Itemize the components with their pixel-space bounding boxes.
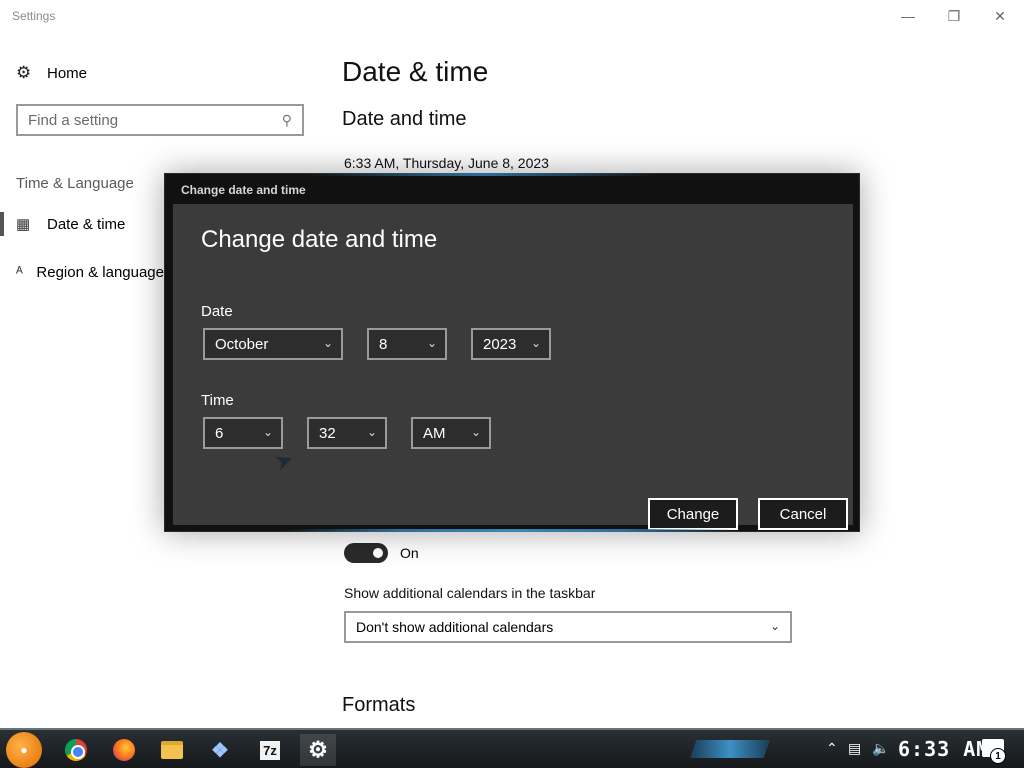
settings-icon[interactable]: ⚙: [300, 734, 336, 766]
toggle-label: On: [400, 545, 419, 561]
cancel-button[interactable]: Cancel: [758, 498, 848, 530]
chevron-down-icon: ⌄: [470, 425, 481, 439]
volume-icon[interactable]: 🔈: [872, 740, 889, 757]
chevron-down-icon: ⌄: [366, 425, 377, 439]
month-value: October: [215, 335, 269, 353]
tray-chevron-up-icon[interactable]: ⌃: [826, 740, 838, 757]
file-explorer-icon[interactable]: [154, 734, 190, 766]
change-date-time-dialog: Change date and time Change date and tim…: [164, 173, 860, 532]
toggle-knob: [373, 548, 383, 558]
year-value: 2023: [483, 335, 517, 353]
chevron-down-icon: ⌄: [530, 336, 541, 350]
7zip-label: 7z: [260, 740, 280, 760]
network-icon[interactable]: ▤: [848, 740, 861, 757]
close-icon: ✕: [994, 7, 1006, 24]
date-label: Date: [201, 303, 233, 320]
hour-value: 6: [215, 424, 224, 442]
dialog-body: Change date and time Date October ⌄ 8 ⌄ …: [173, 204, 853, 530]
minimize-icon: —: [901, 8, 915, 24]
app-title: Settings: [12, 9, 56, 23]
calendar-clock-icon: ▦: [16, 216, 31, 233]
calendars-dropdown[interactable]: Don't show additional calendars ⌄: [344, 611, 792, 643]
nav-home[interactable]: ⚙ Home: [16, 62, 87, 84]
chevron-down-icon: ⌄: [769, 619, 780, 633]
restore-button[interactable]: ❐: [931, 0, 977, 32]
hour-dropdown[interactable]: 6 ⌄: [203, 417, 283, 449]
nav-section-title: Time & Language: [16, 175, 134, 192]
change-button[interactable]: Change: [648, 498, 738, 530]
virtualbox-icon[interactable]: ❖: [202, 734, 238, 766]
close-button[interactable]: ✕: [977, 0, 1023, 32]
chevron-down-icon: ⌄: [262, 425, 273, 439]
page-title: Date & time: [342, 56, 489, 87]
taskbar-clock[interactable]: 6:33 AM: [898, 737, 989, 761]
section-title: Date and time: [342, 108, 467, 130]
minute-dropdown[interactable]: 32 ⌄: [307, 417, 387, 449]
sidebar-item-label: Region & language: [36, 263, 164, 281]
search-icon[interactable]: ⚲: [282, 112, 292, 129]
sidebar-item-region-language[interactable]: ᴬ Region & language: [0, 256, 164, 288]
calendars-value: Don't show additional calendars: [356, 619, 554, 635]
taskbar: ● ❖ 7z ⚙ ⌃ ▤ 🔈 6:33 AM 1: [0, 728, 1024, 768]
title-bar: Settings — ❐ ✕: [0, 0, 1024, 32]
dialog-window-title: Change date and time: [181, 183, 306, 197]
start-orb-icon[interactable]: ●: [6, 732, 42, 768]
search-box[interactable]: ⚲: [16, 104, 304, 136]
chevron-down-icon: ⌄: [322, 336, 333, 350]
firefox-icon[interactable]: [106, 734, 142, 766]
chevron-down-icon: ⌄: [426, 336, 437, 350]
ampm-dropdown[interactable]: AM ⌄: [411, 417, 491, 449]
gear-icon: ⚙: [16, 63, 32, 82]
nav-home-label: Home: [47, 64, 88, 82]
calendars-label: Show additional calendars in the taskbar: [344, 585, 596, 601]
dialog-heading: Change date and time: [201, 226, 438, 253]
taskbar-accent: [690, 740, 770, 758]
sidebar-item-date-time[interactable]: ▦ Date & time: [0, 208, 164, 240]
year-dropdown[interactable]: 2023 ⌄: [471, 328, 551, 360]
7zip-icon[interactable]: 7z: [252, 734, 288, 766]
ampm-value: AM: [423, 424, 446, 442]
chrome-icon[interactable]: [58, 734, 94, 766]
minimize-button[interactable]: —: [885, 0, 931, 32]
day-dropdown[interactable]: 8 ⌄: [367, 328, 447, 360]
set-time-automatically-toggle[interactable]: [344, 543, 388, 563]
search-input[interactable]: [28, 111, 282, 129]
day-value: 8: [379, 335, 388, 353]
current-datetime: 6:33 AM, Thursday, June 8, 2023: [344, 155, 549, 171]
language-icon: ᴬ: [16, 263, 23, 281]
formats-title: Formats: [342, 694, 416, 716]
restore-icon: ❐: [947, 7, 961, 24]
minute-value: 32: [319, 424, 336, 442]
notification-count-badge: 1: [990, 748, 1006, 764]
sidebar-item-label: Date & time: [47, 215, 126, 233]
month-dropdown[interactable]: October ⌄: [203, 328, 343, 360]
time-label: Time: [201, 392, 234, 409]
